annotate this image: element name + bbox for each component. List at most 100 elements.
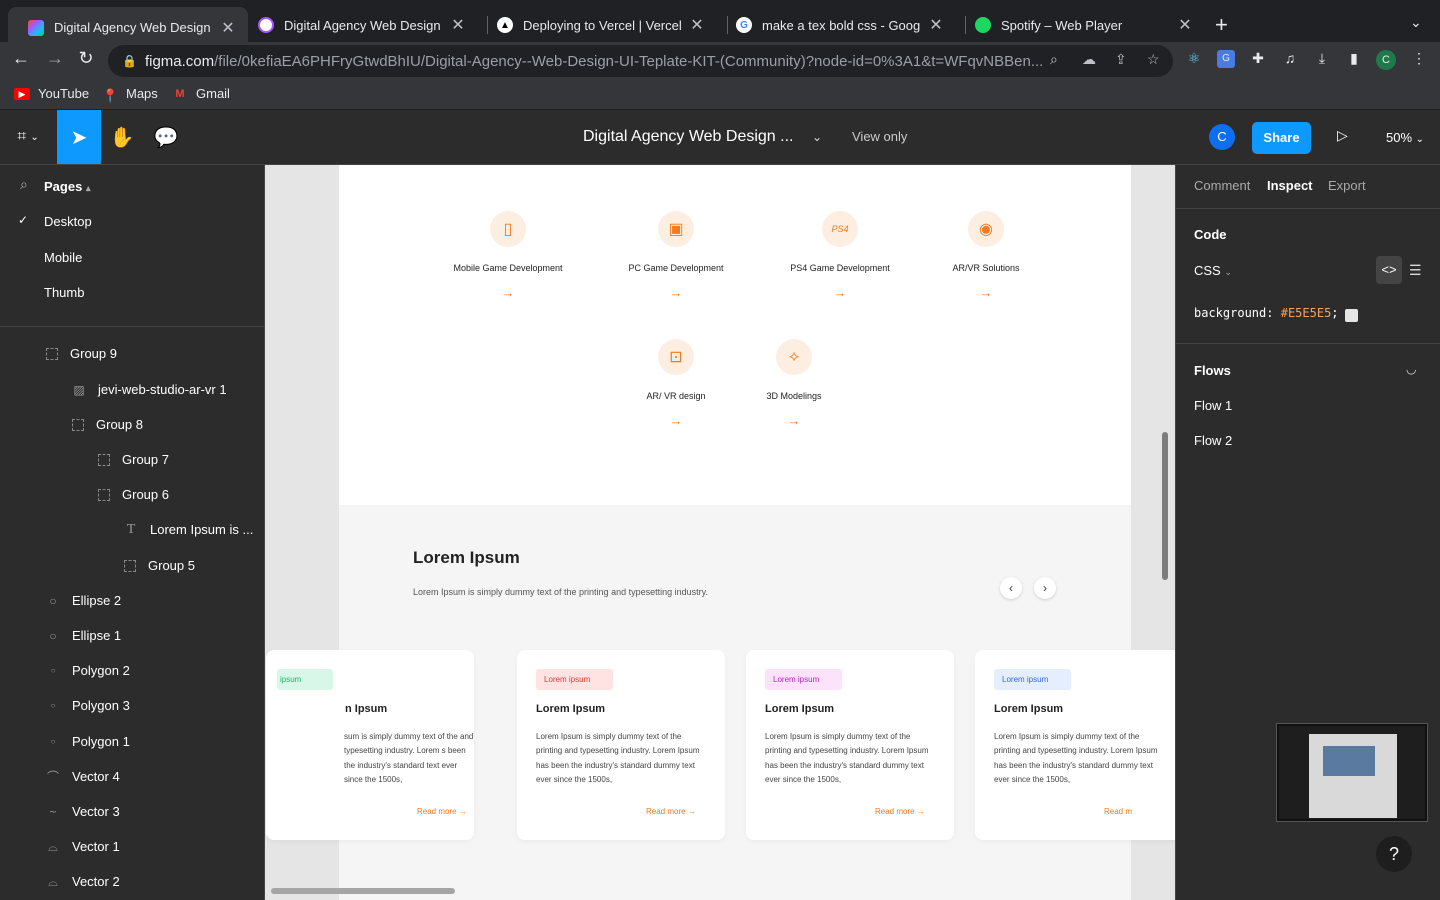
read-more-link[interactable]: Read m — [1104, 807, 1132, 816]
service-item[interactable]: PS4 PS4 Game Development → — [755, 211, 925, 300]
code-language-dropdown[interactable]: CSS ⌄ — [1194, 263, 1232, 278]
address-bar[interactable]: 🔒 figma.com/file/0kefiaEA6PHFryGtwdBhIU/… — [108, 45, 1173, 77]
design-canvas[interactable]: ▯ Mobile Game Development → ▣ PC Game De… — [265, 165, 1175, 900]
layer-item[interactable]: Group 9 — [46, 346, 117, 361]
close-icon[interactable]: ✕ — [218, 18, 238, 38]
zoom-dropdown[interactable]: 50% ⌄ — [1386, 130, 1424, 145]
flow-item[interactable]: Flow 2 — [1194, 433, 1232, 448]
arrow-right-icon[interactable]: → — [901, 285, 1071, 300]
blog-card[interactable]: Lorem ipsum Lorem Ipsum Lorem Ipsum is s… — [746, 650, 954, 840]
blog-card[interactable]: Lorem ipsum Lorem Ipsum Lorem Ipsum is s… — [975, 650, 1175, 840]
layer-item[interactable]: ⌓ Vector 2 — [46, 874, 119, 889]
zoom-icon[interactable]: ⌕ — [1050, 51, 1058, 68]
eye-closed-icon[interactable]: ◡ — [1406, 362, 1416, 376]
arrow-right-icon[interactable]: → — [591, 285, 761, 300]
page-item-thumb[interactable]: Thumb — [44, 285, 84, 300]
close-icon[interactable]: ✕ — [926, 15, 946, 35]
layer-item[interactable]: Group 7 — [98, 452, 169, 467]
read-more-link[interactable]: Read more → — [417, 807, 467, 816]
help-button[interactable]: ? — [1376, 836, 1412, 872]
download-icon[interactable]: ⤓ — [1313, 50, 1331, 68]
side-panel-icon[interactable]: ▮ — [1345, 50, 1363, 68]
chevron-down-icon[interactable]: ⌄ — [812, 130, 822, 144]
tab-export[interactable]: Export — [1328, 178, 1366, 193]
arrow-right-icon[interactable]: → — [423, 285, 593, 300]
service-item[interactable]: ◉ AR/VR Solutions → — [901, 211, 1071, 300]
file-title[interactable]: Digital Agency Web Design ... — [583, 128, 793, 146]
tab-figma-2[interactable]: Digital Agency Web Design UI ✕ — [238, 8, 478, 42]
forward-icon[interactable]: → — [42, 48, 68, 69]
page-item-mobile[interactable]: Mobile — [44, 250, 82, 265]
close-icon[interactable]: ✕ — [448, 15, 468, 35]
layer-item[interactable]: ○ Ellipse 1 — [46, 628, 121, 643]
flow-item[interactable]: Flow 1 — [1194, 398, 1232, 413]
bookmark-youtube[interactable]: ▶ YouTube — [14, 86, 89, 101]
close-icon[interactable]: ✕ — [687, 15, 707, 35]
close-icon[interactable]: ✕ — [1175, 15, 1195, 35]
blog-card[interactable]: Lorem ipsum Lorem Ipsum Lorem Ipsum is s… — [517, 650, 725, 840]
layer-item[interactable]: ~ Vector 3 — [46, 804, 119, 819]
tab-google[interactable]: G make a tex bold css - Google S ✕ — [716, 8, 956, 42]
pages-header[interactable]: Pages ▴ — [44, 179, 90, 194]
layer-item[interactable]: ⌓ Vector 1 — [46, 839, 119, 854]
read-more-link[interactable]: Read more → — [875, 807, 925, 816]
blog-card[interactable]: ipsum n Ipsum sum is simply dummy text o… — [266, 650, 474, 840]
arrow-right-icon[interactable]: → — [709, 413, 879, 428]
layer-item[interactable]: ○ Polygon 1 — [46, 734, 130, 749]
media-control-icon[interactable]: ♫ — [1281, 50, 1299, 68]
list-view-icon[interactable]: ☰ — [1409, 262, 1422, 279]
code-view-button[interactable]: <> — [1376, 256, 1402, 284]
read-more-link[interactable]: Read more → — [646, 807, 696, 816]
page-item-desktop[interactable]: Desktop — [44, 214, 92, 229]
tab-title: Deploying to Vercel | Vercel Do — [523, 17, 681, 33]
move-tool-icon[interactable]: ➤ — [57, 110, 101, 164]
profile-avatar[interactable]: C — [1376, 50, 1396, 70]
service-name: PC Game Development — [628, 263, 724, 273]
bookmark-maps[interactable]: 📍 Maps — [102, 86, 158, 103]
layer-item[interactable]: ○ Polygon 3 — [46, 698, 130, 713]
search-icon[interactable]: ⌕ — [20, 176, 28, 193]
tab-search-chevron-icon[interactable]: ⌄ — [1410, 14, 1422, 31]
extensions-icon[interactable]: ✚ — [1249, 50, 1267, 68]
tab-inspect[interactable]: Inspect — [1267, 178, 1313, 193]
layer-item[interactable]: Group 6 — [98, 487, 169, 502]
service-item[interactable]: ▯ Mobile Game Development → — [423, 211, 593, 300]
translate-icon[interactable]: G — [1217, 50, 1235, 68]
layer-item[interactable]: ⌒ Vector 4 — [46, 769, 120, 784]
carousel-next-button[interactable]: › — [1034, 577, 1056, 599]
figma-menu-icon[interactable]: ⌗ ⌄ — [6, 110, 50, 164]
view-mode-label: View only — [852, 129, 908, 144]
cloud-icon[interactable]: ☁ — [1082, 51, 1096, 68]
bookmark-star-icon[interactable]: ☆ — [1147, 51, 1160, 68]
layer-item[interactable]: Group 5 — [124, 558, 195, 573]
avatar[interactable]: C — [1209, 124, 1235, 150]
service-item[interactable]: ⟡ 3D Modelings → — [709, 339, 879, 428]
carousel-prev-button[interactable]: ‹ — [1000, 577, 1022, 599]
tab-comment[interactable]: Comment — [1194, 178, 1250, 193]
tab-vercel[interactable]: ▲ Deploying to Vercel | Vercel Do ✕ — [477, 8, 717, 42]
layer-item[interactable]: ○ Polygon 2 — [46, 663, 130, 678]
share-page-icon[interactable]: ⇪ — [1115, 51, 1127, 68]
vertical-scrollbar[interactable] — [1162, 432, 1168, 580]
layer-label: Group 9 — [70, 346, 117, 361]
minimap[interactable] — [1277, 724, 1427, 821]
arrow-right-icon[interactable]: → — [755, 285, 925, 300]
card-title: Lorem Ipsum — [536, 703, 606, 715]
new-tab-icon[interactable]: + — [1215, 12, 1228, 38]
present-play-icon[interactable]: ▷ — [1337, 127, 1348, 144]
back-icon[interactable]: ← — [8, 48, 34, 69]
bookmark-gmail[interactable]: M Gmail — [172, 86, 230, 101]
share-button[interactable]: Share — [1252, 122, 1311, 154]
comment-tool-icon[interactable]: 💬 — [144, 110, 188, 164]
layer-item[interactable]: ○ Ellipse 2 — [46, 593, 121, 608]
hand-tool-icon[interactable]: ✋ — [100, 110, 144, 164]
reload-icon[interactable]: ↻ — [73, 48, 99, 69]
layer-item[interactable]: T Lorem Ipsum is ... — [124, 522, 254, 537]
tab-spotify[interactable]: Spotify – Web Player ✕ — [955, 8, 1205, 42]
layer-item[interactable]: Group 8 — [72, 417, 143, 432]
react-devtools-icon[interactable]: ⚛ — [1185, 50, 1203, 68]
layer-item[interactable]: ▨ jevi-web-studio-ar-vr 1 — [72, 382, 226, 397]
horizontal-scrollbar[interactable] — [271, 888, 455, 894]
more-menu-icon[interactable]: ⋮ — [1410, 50, 1428, 68]
service-item[interactable]: ▣ PC Game Development → — [591, 211, 761, 300]
